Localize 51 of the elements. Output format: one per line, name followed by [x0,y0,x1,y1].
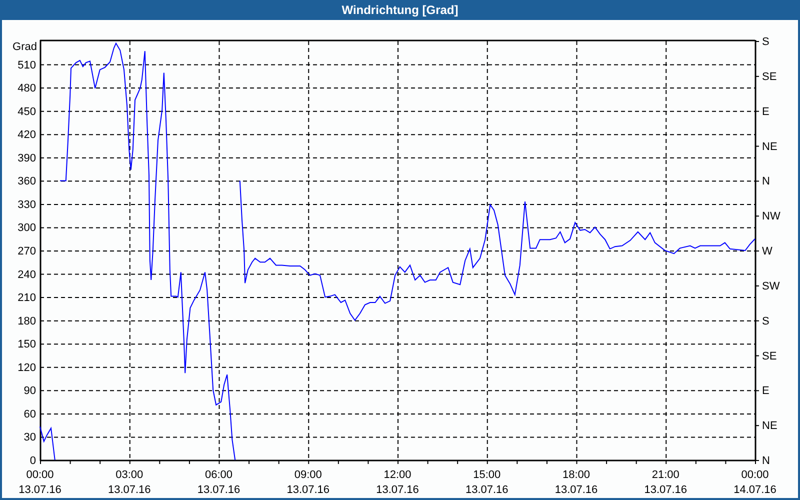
x-tick-date: 13.07.16 [465,484,508,496]
y-tick-label: 60 [24,408,36,420]
direction-tick-label: NE [762,420,778,432]
x-tick-label: 12:00 [384,469,412,481]
y-tick-label: 450 [18,106,36,118]
x-tick-label: 03:00 [116,469,144,481]
y-tick-label: 480 [18,82,36,95]
x-tick-label: 18:00 [562,469,590,481]
y-tick-label: 390 [18,152,36,164]
direction-tick-label: E [762,106,770,118]
x-tick-label: 00:00 [741,469,769,481]
window-title: Windrichtung [Grad] [340,2,460,19]
y-tick-label: 330 [18,198,36,211]
direction-tick-label: SE [762,70,777,83]
x-tick-label: 09:00 [294,469,322,481]
x-tick-date: 13.07.16 [197,484,240,496]
y-tick-label: 120 [18,362,36,374]
direction-tick-label: S [762,315,770,328]
x-tick-date: 13.07.16 [554,484,598,496]
x-tick-label: 21:00 [652,469,680,481]
y-tick-label: 510 [18,59,36,72]
direction-tick-label: N [762,455,770,467]
x-tick-label: 06:00 [204,469,233,481]
direction-tick-label: SW [762,280,780,292]
direction-tick-label: N [762,176,770,188]
direction-tick-label: SE [762,350,777,362]
y-tick-label: 0 [30,455,36,467]
direction-tick-label: NE [762,140,778,153]
y-tick-label: 300 [18,222,36,234]
y-tick-label: 210 [18,292,36,304]
direction-tick-label: W [762,246,772,258]
x-tick-date: 14.07.16 [734,484,776,496]
direction-tick-label: NW [762,210,780,223]
y-axis-title: Grad [12,41,37,53]
x-tick-date: 13.07.16 [644,484,688,496]
x-tick-date: 13.07.16 [108,484,151,496]
y-tick-label: 420 [18,129,36,142]
x-tick-date: 13.07.16 [18,484,62,496]
y-tick-label: 150 [18,338,36,351]
x-tick-date: 13.07.16 [376,484,419,496]
y-tick-label: 360 [18,176,36,188]
x-tick-label: 00:00 [26,469,54,481]
y-tick-label: 30 [24,432,36,444]
y-tick-label: 270 [18,246,36,258]
direction-tick-label: S [762,36,770,48]
x-tick-label: 15:00 [473,469,501,481]
y-tick-label: 90 [24,385,36,398]
y-tick-label: 180 [18,315,36,328]
direction-tick-label: E [762,385,770,398]
x-tick-date: 13.07.16 [286,484,330,496]
y-tick-label: 240 [18,268,36,281]
